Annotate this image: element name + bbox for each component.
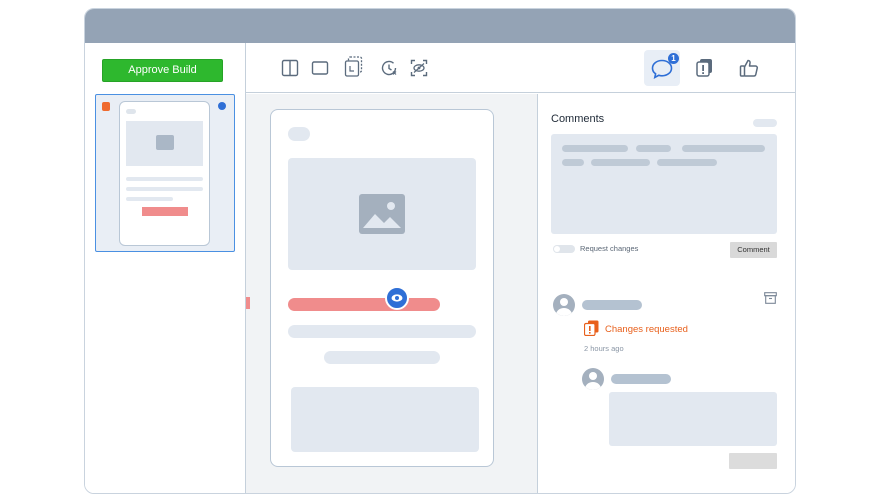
comment-input[interactable] [551, 134, 777, 234]
title-bar [85, 9, 795, 43]
view-toolbar: 1 [246, 43, 795, 93]
archive-icon[interactable] [764, 292, 777, 304]
timestamp: 2 hours ago [584, 344, 624, 353]
placeholder-line [126, 187, 203, 191]
user-name-placeholder [582, 300, 642, 310]
changed-region [288, 298, 440, 311]
reply-user-name-placeholder [611, 374, 671, 384]
placeholder-line [591, 159, 650, 166]
reply-input[interactable] [609, 392, 777, 446]
reply-avatar [582, 368, 604, 390]
approve-build-button[interactable]: Approve Build [102, 59, 223, 82]
image-placeholder [288, 158, 476, 270]
reply-button[interactable] [729, 453, 777, 469]
comment-button[interactable]: Comment [730, 242, 777, 258]
placeholder-line [657, 159, 717, 166]
toggle-knob [554, 246, 560, 252]
placeholder-line [636, 145, 671, 152]
change-requests-icon[interactable] [693, 56, 717, 80]
thumbnail-page [119, 101, 210, 246]
placeholder-line [562, 145, 628, 152]
overlay-icon[interactable] [344, 56, 364, 78]
snapshot-preview [270, 109, 494, 467]
panel-action-placeholder[interactable] [753, 119, 777, 127]
panel-title: Comments [551, 113, 605, 125]
request-changes-toggle[interactable] [553, 245, 575, 253]
change-status-text: Changes requested [605, 324, 688, 335]
changed-region [142, 207, 188, 216]
placeholder-pill [288, 127, 310, 141]
placeholder-pill [126, 109, 136, 114]
placeholder-line [126, 177, 203, 181]
focus-view-icon[interactable] [410, 59, 428, 77]
snapshot-canvas [246, 94, 537, 493]
image-icon [156, 135, 174, 150]
comments-panel-button[interactable]: 1 [644, 50, 680, 86]
comment-indicator-icon [218, 102, 226, 110]
comment-count-badge: 1 [668, 53, 679, 64]
history-icon[interactable] [380, 59, 398, 77]
avatar [553, 294, 575, 316]
thumbs-up-icon[interactable] [737, 56, 761, 80]
request-changes-label: Request changes [580, 244, 639, 253]
single-view-icon[interactable] [311, 59, 329, 77]
image-placeholder [126, 121, 203, 166]
snapshot-thumbnail[interactable] [95, 94, 235, 252]
change-marker [246, 297, 250, 309]
placeholder-line [324, 351, 440, 364]
changes-requested-icon [584, 320, 599, 336]
placeholder-line [682, 145, 765, 152]
placeholder-line [562, 159, 584, 166]
placeholder-line [288, 325, 476, 338]
placeholder-line [126, 197, 173, 201]
app-window: Approve Build 1 Comments Request changes… [84, 8, 796, 494]
placeholder-box [291, 387, 479, 452]
split-view-icon[interactable] [281, 59, 299, 77]
changes-requested-icon [102, 102, 110, 111]
view-diff-eye-icon[interactable] [385, 286, 409, 310]
comments-panel: Comments Request changes Comment Changes… [537, 94, 795, 493]
image-icon [359, 194, 405, 234]
snapshot-sidebar: Approve Build [85, 43, 246, 493]
